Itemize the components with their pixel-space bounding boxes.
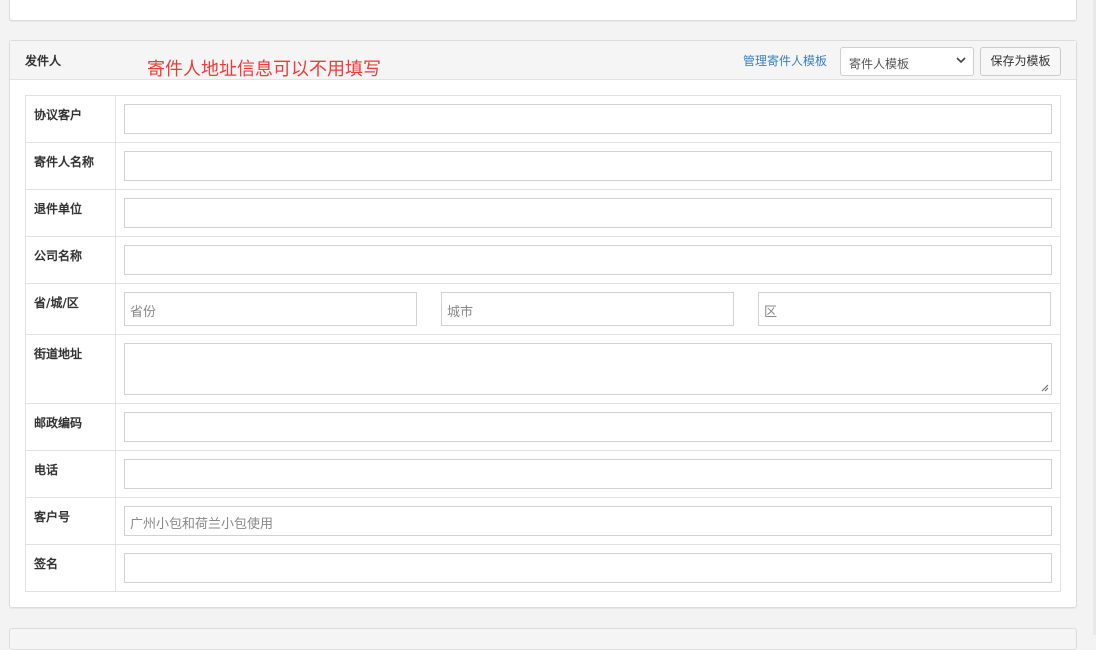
sender-panel-header: 发件人 寄件人地址信息可以不用填写 管理寄件人模板 寄件人模板 保存为模板 <box>10 41 1076 80</box>
province-input[interactable]: 省份 <box>124 292 417 326</box>
postal-code-label: 邮政编码 <box>26 404 116 450</box>
region-label: 省/城/区 <box>26 284 116 334</box>
postal-code-input[interactable] <box>124 412 1052 442</box>
sender-panel: 发件人 寄件人地址信息可以不用填写 管理寄件人模板 寄件人模板 保存为模板 协议… <box>9 40 1077 608</box>
form-row-company-name: 公司名称 <box>26 237 1060 284</box>
company-name-label: 公司名称 <box>26 237 116 283</box>
manage-sender-templates-link[interactable]: 管理寄件人模板 <box>743 52 827 69</box>
form-row-return-unit: 退件单位 <box>26 190 1060 237</box>
street-address-label: 街道地址 <box>26 335 116 403</box>
form-row-postal-code: 邮政编码 <box>26 404 1060 451</box>
signature-input[interactable] <box>124 553 1052 583</box>
signature-label: 签名 <box>26 545 116 591</box>
form-row-phone: 电话 <box>26 451 1060 498</box>
resize-handle-icon[interactable] <box>1041 384 1049 392</box>
protocol-customer-input[interactable] <box>124 104 1052 134</box>
street-address-textarea[interactable] <box>124 343 1052 395</box>
form-row-signature: 签名 <box>26 545 1060 591</box>
panel-title: 发件人 <box>25 54 62 68</box>
next-panel <box>9 628 1077 650</box>
sender-template-select-value: 寄件人模板 <box>849 57 910 71</box>
company-name-input[interactable] <box>124 245 1052 275</box>
return-unit-label: 退件单位 <box>26 190 116 236</box>
sender-name-input[interactable] <box>124 151 1052 181</box>
district-input[interactable]: 区 <box>758 292 1051 326</box>
phone-label: 电话 <box>26 451 116 497</box>
customer-number-input[interactable]: 广州小包和荷兰小包使用 <box>124 506 1052 536</box>
form-row-street-address: 街道地址 <box>26 335 1060 404</box>
previous-panel <box>9 0 1077 21</box>
form-row-customer-number: 客户号 广州小包和荷兰小包使用 <box>26 498 1060 545</box>
phone-input[interactable] <box>124 459 1052 489</box>
form-row-protocol-customer: 协议客户 <box>26 96 1060 143</box>
protocol-customer-label: 协议客户 <box>26 96 116 142</box>
sender-form: 协议客户 寄件人名称 退件单位 公司名称 省/城/区 省份 城市 区 街道地址 <box>25 95 1061 592</box>
return-unit-input[interactable] <box>124 198 1052 228</box>
chevron-down-icon <box>956 57 966 64</box>
annotation-note: 寄件人地址信息可以不用填写 <box>147 59 381 80</box>
save-as-template-button[interactable]: 保存为模板 <box>980 47 1061 76</box>
city-input[interactable]: 城市 <box>441 292 734 326</box>
sender-name-label: 寄件人名称 <box>26 143 116 189</box>
form-row-sender-name: 寄件人名称 <box>26 143 1060 190</box>
form-row-region: 省/城/区 省份 城市 区 <box>26 284 1060 335</box>
customer-number-label: 客户号 <box>26 498 116 544</box>
sender-template-select[interactable]: 寄件人模板 <box>840 47 974 76</box>
